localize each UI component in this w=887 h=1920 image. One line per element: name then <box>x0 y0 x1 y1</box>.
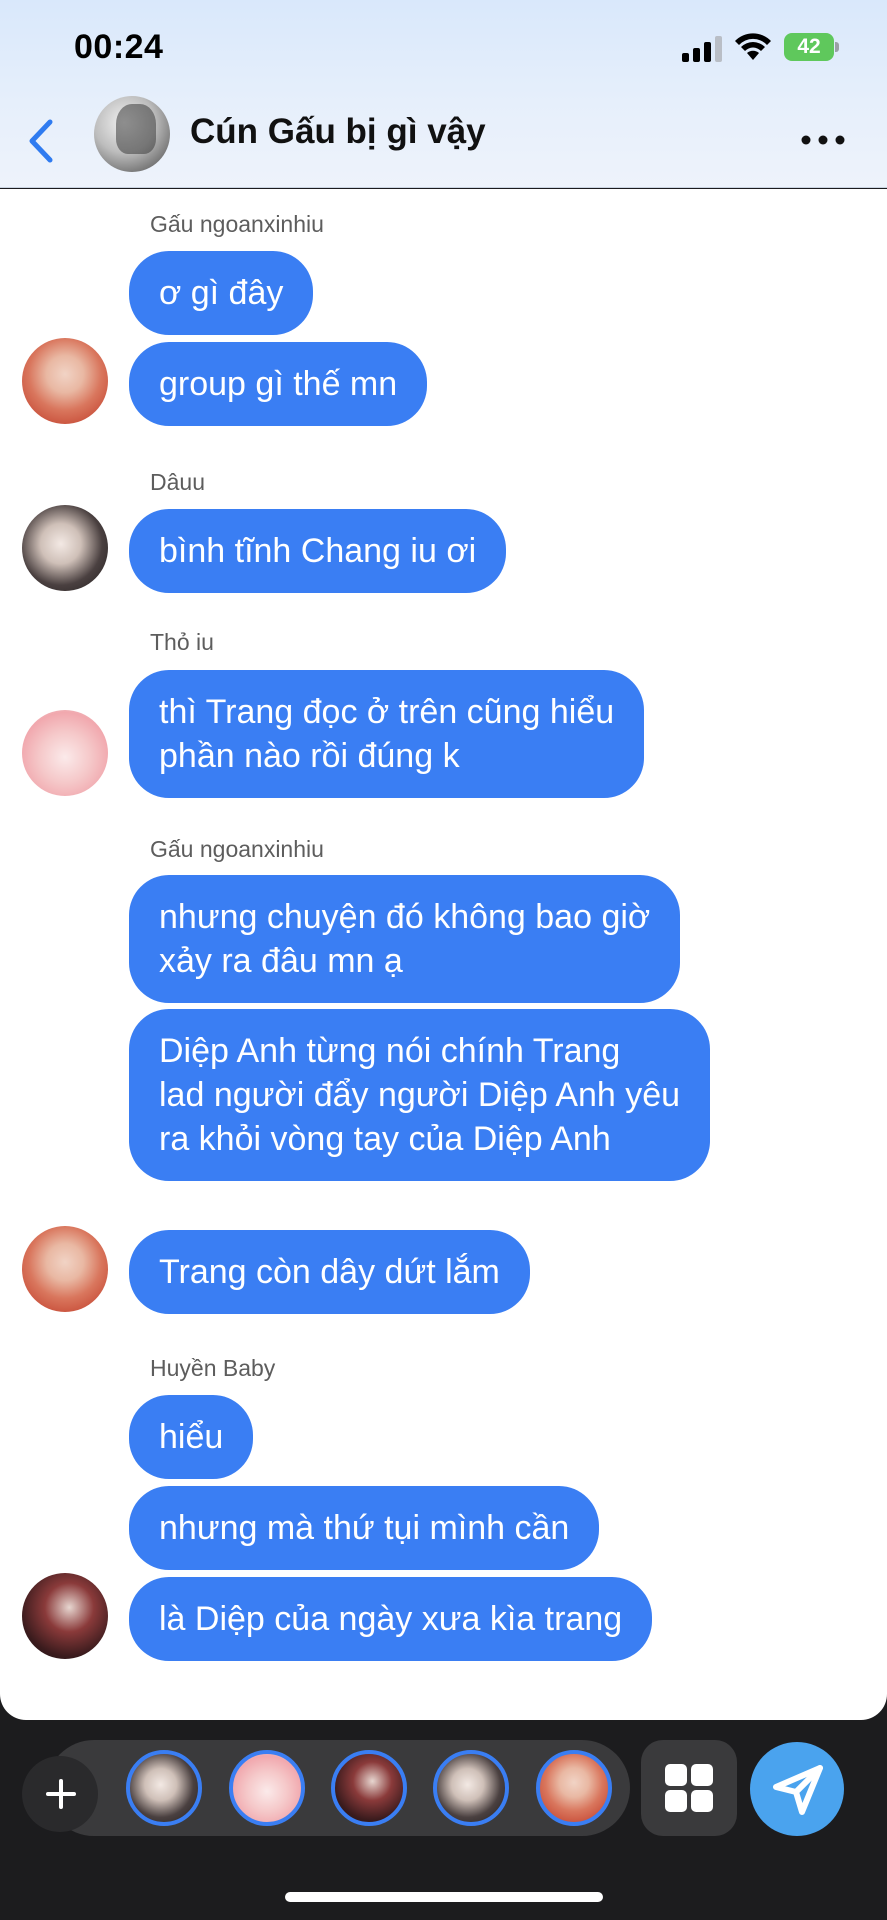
message-bubble[interactable]: ơ gì đây <box>129 251 314 335</box>
message-line: lad người đẩy người Diệp Anh yêu <box>159 1076 681 1114</box>
battery-tip <box>835 42 839 52</box>
avatar[interactable] <box>22 1226 108 1312</box>
chevron-left-icon <box>29 119 53 163</box>
avatar[interactable] <box>22 1573 108 1659</box>
message-bubble[interactable]: thì Trang đọc ở trên cũng hiểu phần nào … <box>129 670 645 798</box>
message-line: phần nào rồi đúng k <box>159 737 460 775</box>
message-line: nhưng chuyện đó không bao giờ <box>159 898 651 936</box>
message-bubble[interactable]: nhưng mà thứ tụi mình cần <box>129 1486 600 1570</box>
chat-title[interactable]: Cún Gấu bị gì vậy <box>190 112 486 152</box>
group-avatar[interactable] <box>94 96 170 172</box>
message-bubble[interactable]: group gì thế mn <box>129 342 428 426</box>
message-bubble[interactable]: là Diệp của ngày xưa kìa trang <box>129 1577 653 1661</box>
message-bubble[interactable]: Diệp Anh từng nói chính Trang lad người … <box>129 1009 711 1181</box>
send-icon <box>773 1765 823 1815</box>
sender-name: Gấu ngoanxinhiu <box>150 836 324 862</box>
quick-recipient-avatar[interactable] <box>433 1750 509 1826</box>
sender-name: Dâuu <box>150 469 205 495</box>
avatar[interactable] <box>22 338 108 424</box>
message-bubble[interactable]: bình tĩnh Chang iu ơi <box>129 509 507 593</box>
quick-recipient-avatar[interactable] <box>331 1750 407 1826</box>
send-button[interactable] <box>750 1742 844 1836</box>
status-time: 00:24 <box>74 28 164 66</box>
message-bubble[interactable]: nhưng chuyện đó không bao giờ xảy ra đâu… <box>129 875 681 1003</box>
back-button[interactable] <box>22 116 62 166</box>
add-button[interactable] <box>22 1756 98 1832</box>
wifi-icon <box>735 33 771 60</box>
header: 00:24 42 Cún Gấu bị gì vậy <box>0 0 887 188</box>
quick-recipient-avatar[interactable] <box>229 1750 305 1826</box>
cellular-signal-icon <box>682 36 722 62</box>
avatar[interactable] <box>22 505 108 591</box>
bottom-bar <box>0 1720 887 1920</box>
apps-grid-button[interactable] <box>641 1740 737 1836</box>
message-line: thì Trang đọc ở trên cũng hiểu <box>159 693 615 731</box>
more-horizontal-icon <box>801 135 845 145</box>
message-line: Diệp Anh từng nói chính Trang <box>159 1032 621 1070</box>
sender-name: Gấu ngoanxinhiu <box>150 211 324 237</box>
chat-area[interactable]: Gấu ngoanxinhiu ơ gì đây group gì thế mn… <box>0 189 887 1720</box>
avatar[interactable] <box>22 710 108 796</box>
message-line: ra khỏi vòng tay của Diệp Anh <box>159 1120 611 1158</box>
quick-recipient-avatar[interactable] <box>536 1750 612 1826</box>
more-options-button[interactable] <box>800 128 846 152</box>
message-bubble[interactable]: Trang còn dây dứt lắm <box>129 1230 530 1314</box>
screen: 00:24 42 Cún Gấu bị gì vậy Gấu ngoanxinh… <box>0 0 887 1920</box>
message-line: xảy ra đâu mn ạ <box>159 942 403 980</box>
battery-indicator: 42 <box>784 33 840 61</box>
quick-recipient-avatar[interactable] <box>126 1750 202 1826</box>
sender-name: Huyền Baby <box>150 1355 276 1381</box>
battery-level: 42 <box>784 33 834 61</box>
message-bubble[interactable]: hiểu <box>129 1395 254 1479</box>
sender-name: Thỏ iu <box>150 629 214 655</box>
home-indicator <box>285 1892 603 1902</box>
